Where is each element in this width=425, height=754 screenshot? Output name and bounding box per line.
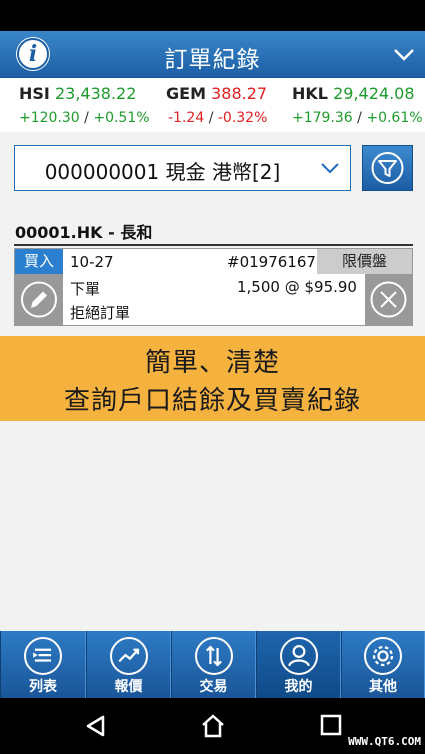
index-hkl-change: +179.36 / +0.61%: [292, 110, 423, 126]
chevron-down-icon: [321, 163, 339, 174]
filter-icon: [371, 152, 404, 184]
app-header: i 訂單紀錄: [0, 31, 425, 78]
trade-arrows-icon: [194, 637, 233, 675]
user-icon: [279, 637, 318, 675]
order-side-badge: 買入: [15, 249, 63, 274]
order-type-badge: 限價盤: [317, 249, 412, 274]
watermark: WWW.QT6.COM: [348, 735, 421, 748]
pencil-icon: [21, 281, 57, 318]
filter-button[interactable]: [362, 145, 413, 191]
banner-line-2: 查詢戶口結餘及買賣紀錄: [63, 386, 361, 416]
page-title: 訂單紀錄: [164, 47, 261, 73]
index-hkl: HKL 29,424.08: [292, 84, 415, 103]
tab-quote[interactable]: 報價: [86, 631, 171, 698]
bottom-tab-bar: 列表 報價 交易 我的 其他: [0, 631, 425, 698]
tab-trade[interactable]: 交易: [171, 631, 256, 698]
list-icon: [24, 637, 62, 675]
status-bar: [0, 0, 425, 31]
close-icon: [370, 281, 407, 318]
tab-list[interactable]: 列表: [0, 631, 86, 698]
index-gem: GEM 388.27: [166, 84, 268, 103]
main-content: HSI 23,438.22 +120.30 / +0.51% GEM 388.2…: [0, 78, 425, 631]
order-card[interactable]: 買入 10-27 #01976167 限價盤 下單 1,500 @ $95.90…: [14, 248, 413, 326]
index-ticker: HSI 23,438.22 +120.30 / +0.51% GEM 388.2…: [0, 78, 425, 132]
order-number: #01976167: [227, 253, 316, 271]
account-selector[interactable]: 000000001 現金 港幣[2]: [14, 145, 351, 191]
index-gem-change: -1.24 / -0.32%: [168, 110, 268, 126]
index-hsi: HSI 23,438.22: [19, 84, 137, 103]
order-date: 10-27: [70, 253, 114, 271]
banner-line-1: 簡單、清楚: [144, 348, 280, 378]
edit-order-button[interactable]: [15, 274, 63, 325]
back-icon[interactable]: [84, 714, 108, 738]
account-selected-value: 000000001 現金 港幣[2]: [44, 160, 281, 184]
gear-icon: [364, 637, 402, 675]
order-qty-price: 1,500 @ $95.90: [237, 278, 357, 296]
tab-other[interactable]: 其他: [341, 631, 425, 698]
index-hsi-change: +120.30 / +0.51%: [19, 110, 150, 126]
divider: [14, 244, 413, 246]
home-icon[interactable]: [200, 713, 226, 739]
order-action: 下單: [70, 280, 101, 298]
chevron-down-icon[interactable]: [391, 41, 417, 67]
tab-mine[interactable]: 我的: [256, 631, 341, 698]
stock-title: 00001.HK - 長和: [15, 223, 153, 242]
recents-icon[interactable]: [320, 714, 342, 736]
android-nav-bar: WWW.QT6.COM: [0, 698, 425, 754]
cancel-order-button[interactable]: [365, 274, 412, 325]
order-status: 拒絕訂單: [70, 304, 131, 322]
promo-banner: 簡單、清楚 查詢戶口結餘及買賣紀錄: [0, 336, 425, 421]
chart-icon: [109, 637, 148, 675]
